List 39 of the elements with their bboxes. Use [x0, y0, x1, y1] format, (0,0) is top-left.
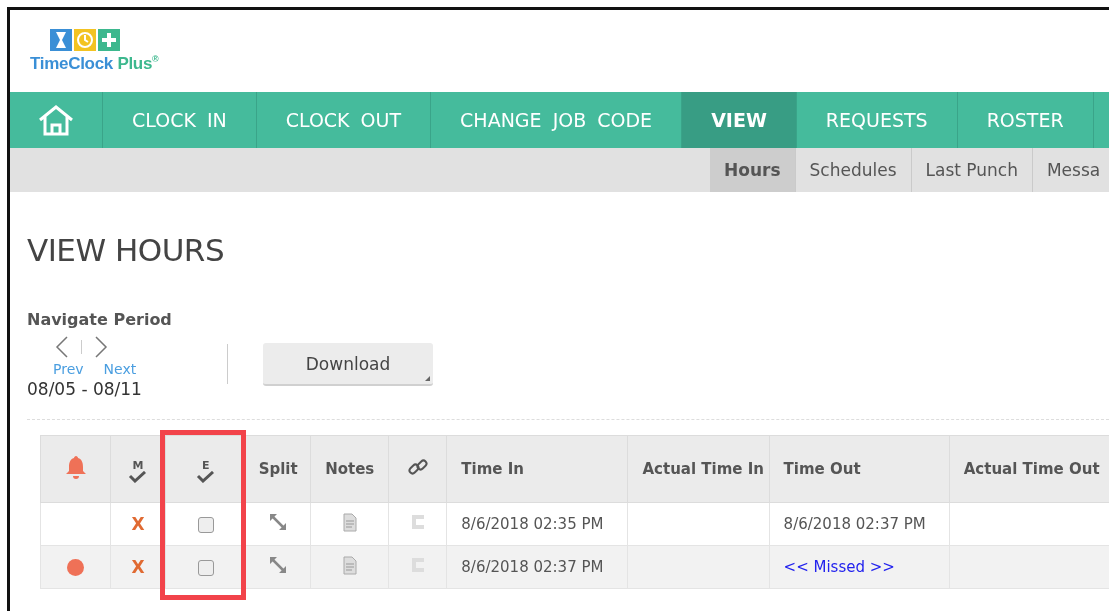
column-letter: E [201, 460, 210, 471]
link-icon [407, 457, 428, 477]
column-header: Time In [446, 435, 628, 503]
chevron-right-icon[interactable] [94, 335, 108, 359]
sub-tab[interactable]: Messa [1032, 148, 1109, 192]
next-link[interactable]: Next [103, 361, 137, 377]
x-mark: X [131, 514, 145, 534]
column-header: Time Out [769, 435, 950, 503]
column-header: Notes [310, 435, 389, 503]
bell-icon [64, 455, 87, 479]
period-label: Navigate Period [27, 310, 173, 329]
sub-tab[interactable]: Hours [710, 148, 796, 192]
document-icon[interactable] [342, 555, 357, 575]
download-button[interactable]: Download [263, 343, 433, 386]
logo-icon [50, 28, 120, 51]
checkbox[interactable] [197, 559, 214, 576]
column-header: Split [245, 435, 311, 503]
page-title: VIEW HOURS [27, 232, 226, 268]
corner-icon [425, 376, 430, 381]
home-icon [37, 104, 75, 136]
table-cell: 8/6/2018 02:37 PM [461, 558, 604, 576]
table-cell: 8/6/2018 02:35 PM [461, 515, 604, 533]
prev-link[interactable]: Prev [53, 361, 84, 377]
nav-tab[interactable]: VIEW [682, 92, 797, 148]
checkbox[interactable] [197, 516, 214, 533]
checkmark-icon [128, 471, 149, 483]
logo-text: TimeClock Plus$^{®}$ [30, 53, 160, 74]
chevron-left-icon[interactable] [55, 335, 69, 359]
column-letter: M [132, 460, 144, 471]
sub-tab[interactable]: Schedules [795, 148, 912, 192]
column-header: Actual Time Out [949, 435, 1109, 503]
document-icon[interactable] [342, 512, 357, 532]
table-cell: 8/6/2018 02:37 PM [783, 515, 926, 533]
sub-tab[interactable]: Last Punch [911, 148, 1033, 192]
bracket-icon[interactable] [410, 514, 425, 530]
column-header: Actual Time In [628, 435, 770, 503]
x-mark: X [131, 557, 145, 577]
period-range: 08/05 - 08/11 [27, 379, 143, 399]
checkmark-icon [195, 471, 216, 483]
